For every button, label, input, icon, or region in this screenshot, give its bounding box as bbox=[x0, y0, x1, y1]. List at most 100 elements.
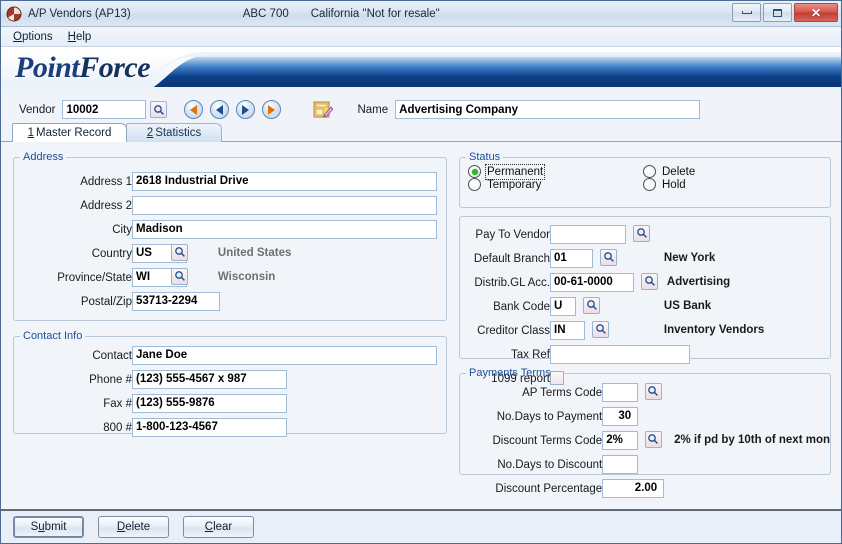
previous-record-icon bbox=[216, 104, 224, 115]
clear-button[interactable]: Clear bbox=[183, 516, 254, 538]
province-description: Wisconsin bbox=[217, 271, 276, 284]
right-column: Status Permanent Delete Temporary Hold P… bbox=[459, 151, 831, 498]
city-input[interactable] bbox=[132, 219, 437, 239]
default-branch-input[interactable] bbox=[550, 248, 593, 268]
menu-item-help[interactable]: Help bbox=[61, 29, 100, 45]
pay-to-vendor-label: Pay To Vendor bbox=[475, 229, 550, 241]
last-record-icon bbox=[268, 104, 276, 115]
last-record-button[interactable] bbox=[262, 100, 282, 119]
gl-acc-input[interactable] bbox=[550, 272, 634, 292]
tab-master-record[interactable]: 1 Master Record bbox=[12, 123, 127, 142]
status-radio-permanent[interactable]: Permanent bbox=[468, 163, 643, 180]
left-column: Address Address 1 Address 2 City bbox=[13, 151, 447, 437]
close-button[interactable]: ✕ bbox=[794, 3, 838, 22]
radio-delete-icon bbox=[643, 165, 656, 178]
tab-statistics-mnemonic: 2 bbox=[146, 127, 154, 139]
ap-terms-label: AP Terms Code bbox=[522, 387, 603, 399]
fax-label: Fax # bbox=[103, 398, 132, 410]
ap-terms-input[interactable] bbox=[602, 382, 639, 402]
default-branch-lookup-button[interactable] bbox=[600, 248, 618, 266]
first-record-button[interactable] bbox=[184, 100, 204, 119]
address1-input[interactable] bbox=[132, 171, 437, 191]
name-input[interactable] bbox=[395, 100, 701, 119]
default-branch-description: New York bbox=[663, 252, 716, 265]
postal-input[interactable] bbox=[132, 291, 220, 311]
status-hold-label: Hold bbox=[662, 178, 686, 191]
discount-pct-input[interactable] bbox=[602, 478, 665, 498]
address1-label: Address 1 bbox=[80, 176, 132, 188]
days-to-discount-input[interactable] bbox=[602, 454, 639, 474]
magnifier-icon bbox=[648, 434, 659, 444]
bank-code-input[interactable] bbox=[550, 296, 576, 316]
creditor-class-description: Inventory Vendors bbox=[663, 324, 765, 337]
next-record-button[interactable] bbox=[236, 100, 256, 119]
status-radio-delete[interactable]: Delete bbox=[643, 165, 695, 178]
delete-mnemonic: D bbox=[116, 521, 126, 533]
close-icon: ✕ bbox=[810, 5, 822, 20]
first-record-icon bbox=[190, 104, 198, 115]
phone-label: Phone # bbox=[89, 374, 132, 386]
pay-to-vendor-input[interactable] bbox=[550, 224, 626, 244]
previous-record-button[interactable] bbox=[210, 100, 230, 119]
magnifier-icon bbox=[175, 247, 185, 257]
address2-label: Address 2 bbox=[80, 200, 132, 212]
vendor-lookup-button[interactable] bbox=[150, 101, 168, 118]
status-permanent-label: Permanent bbox=[484, 163, 546, 180]
phone-input[interactable] bbox=[132, 369, 287, 389]
payment-terms-legend: Payments Terms bbox=[469, 367, 551, 379]
tollfree-label: 800 # bbox=[103, 422, 132, 434]
status-delete-label: Delete bbox=[662, 165, 696, 178]
submit-button[interactable]: Su bmit bbox=[13, 516, 84, 538]
address-group: Address Address 1 Address 2 City bbox=[13, 151, 447, 321]
contact-info-legend: Contact Info bbox=[23, 330, 83, 342]
country-lookup-button[interactable] bbox=[171, 243, 189, 261]
discount-terms-description: 2% if pd by 10th of next mon bbox=[674, 434, 830, 447]
maximize-button[interactable] bbox=[763, 3, 792, 22]
tab-strip: 1 Master Record 2 Statistics bbox=[1, 123, 841, 142]
gl-acc-lookup-button[interactable] bbox=[641, 272, 659, 290]
bank-code-label: Bank Code bbox=[493, 301, 550, 313]
minimize-button[interactable] bbox=[732, 3, 761, 22]
creditor-class-input[interactable] bbox=[550, 320, 585, 340]
company-code: ABC 700 bbox=[242, 7, 289, 20]
menu-item-options[interactable]: Options bbox=[6, 29, 61, 45]
app-icon bbox=[6, 6, 22, 22]
window-title: A/P Vendors (AP13) bbox=[28, 7, 131, 20]
notepad-pencil-icon bbox=[313, 101, 335, 118]
ap-terms-lookup-button[interactable] bbox=[644, 382, 662, 400]
menu-bar: Options Help bbox=[1, 27, 841, 47]
bank-code-lookup-button[interactable] bbox=[583, 296, 601, 314]
pay-to-vendor-lookup-button[interactable] bbox=[633, 224, 651, 242]
discount-terms-lookup-button[interactable] bbox=[644, 430, 662, 448]
gl-acc-label: Distrib.GL Acc. bbox=[474, 277, 550, 289]
tax-ref-input[interactable] bbox=[550, 344, 690, 364]
vendor-input[interactable] bbox=[62, 100, 147, 119]
tollfree-input[interactable] bbox=[132, 417, 287, 437]
province-lookup-button[interactable] bbox=[171, 267, 189, 285]
tab-master-record-mnemonic: 1 bbox=[27, 127, 34, 139]
next-record-icon bbox=[242, 104, 250, 115]
contact-input[interactable] bbox=[132, 345, 437, 365]
address2-input[interactable] bbox=[132, 195, 437, 215]
tab-statistics[interactable]: 2 Statistics bbox=[126, 123, 222, 142]
record-header: Vendor Na bbox=[1, 96, 841, 123]
radio-temporary-icon bbox=[468, 178, 481, 191]
creditor-class-lookup-button[interactable] bbox=[592, 320, 610, 338]
status-radio-hold[interactable]: Hold bbox=[643, 178, 695, 191]
bank-code-description: US Bank bbox=[663, 300, 712, 313]
magnifier-icon bbox=[587, 300, 597, 310]
delete-button[interactable]: Delete bbox=[98, 516, 169, 538]
gl-acc-description: Advertising bbox=[666, 276, 731, 289]
maximize-icon bbox=[773, 8, 782, 17]
contact-info-group: Contact Info Contact Phone # Fax # bbox=[13, 330, 447, 437]
status-radio-temporary[interactable]: Temporary bbox=[468, 178, 643, 191]
brand-banner: PointForce bbox=[1, 47, 841, 95]
magnifier-icon bbox=[175, 271, 185, 281]
status-group: Status Permanent Delete Temporary Hold bbox=[459, 151, 831, 208]
days-to-payment-input[interactable] bbox=[602, 406, 639, 426]
magnifier-icon bbox=[604, 252, 614, 262]
fax-input[interactable] bbox=[132, 393, 287, 413]
discount-terms-input[interactable] bbox=[602, 430, 639, 450]
notes-button[interactable] bbox=[313, 101, 335, 119]
discount-terms-label: Discount Terms Code bbox=[492, 435, 603, 447]
